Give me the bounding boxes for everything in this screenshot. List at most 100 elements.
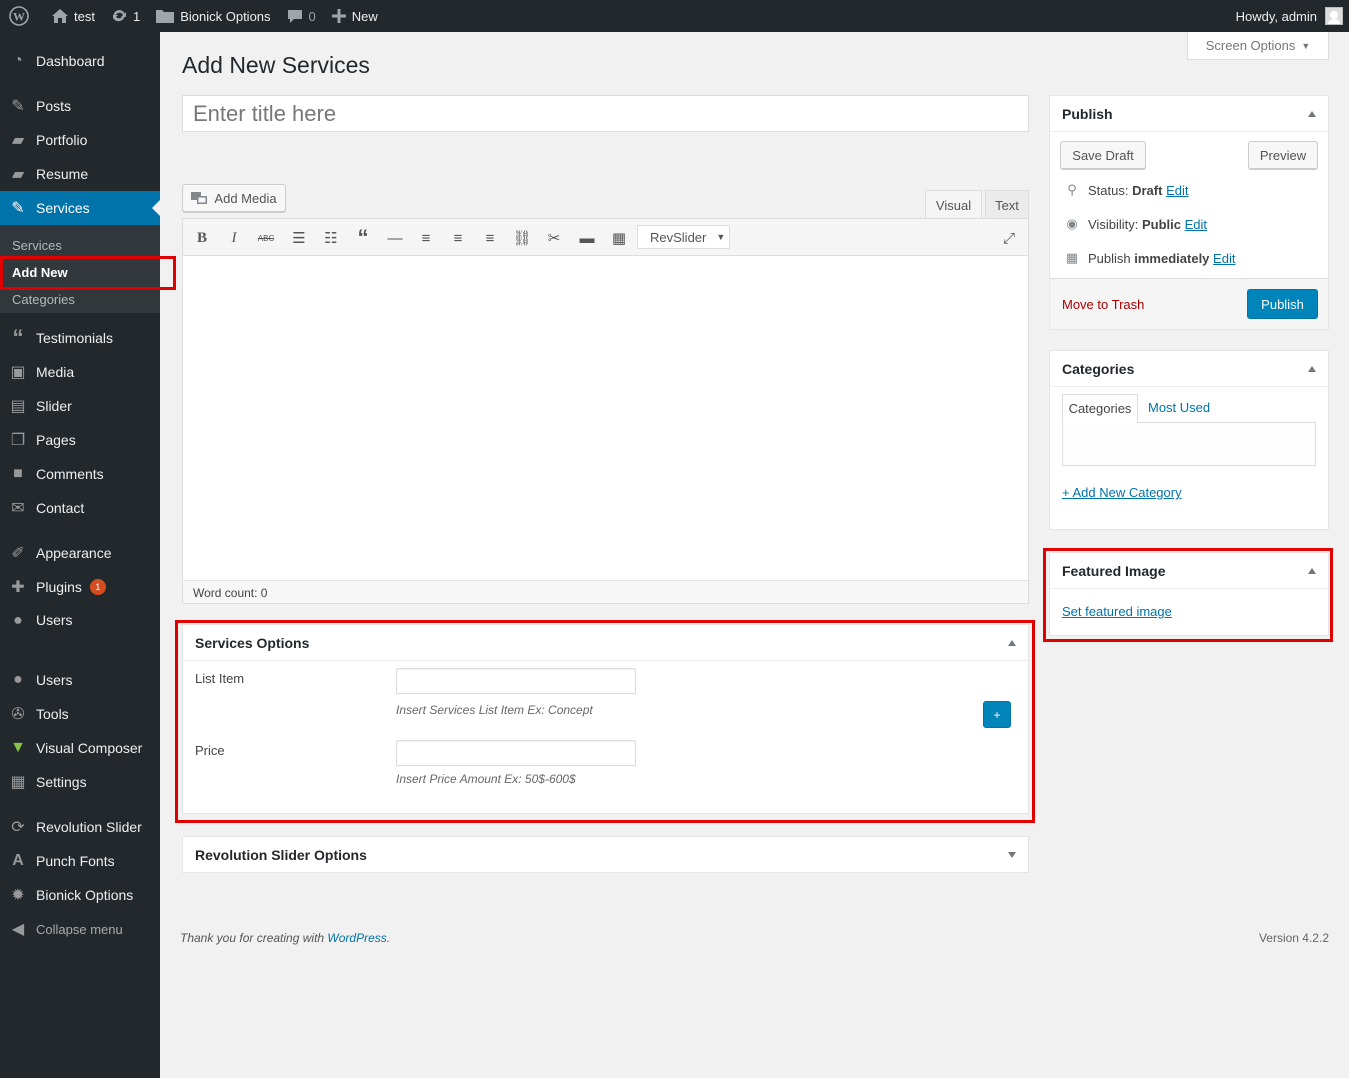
bold-icon[interactable]: B [191, 227, 213, 249]
publish-box: Publish Save Draft Preview ⚲ Status: Dra… [1049, 95, 1329, 330]
sidebar-item-appearance[interactable]: ✐ Appearance [0, 536, 160, 570]
numbered-list-icon[interactable]: ☷ [320, 227, 342, 249]
edit-status-link[interactable]: Edit [1166, 183, 1188, 198]
sidebar-item-plugins[interactable]: ✚ Plugins 1 [0, 570, 160, 604]
plus-icon [331, 9, 346, 23]
user-icon: ● [13, 612, 23, 629]
sidebar-item-comments[interactable]: ■ Comments [0, 457, 160, 491]
updates-link[interactable]: 1 [103, 0, 148, 32]
email-icon: ✉ [11, 500, 25, 517]
sidebar-item-punch-fonts[interactable]: A Punch Fonts [0, 844, 160, 878]
sidebar-item-settings[interactable]: ▦ Settings [0, 765, 160, 799]
add-media-button[interactable]: Add Media [182, 184, 286, 212]
tab-text[interactable]: Text [985, 190, 1029, 219]
editor-content-area[interactable] [183, 257, 1028, 579]
sidebar-item-testimonials[interactable]: “Testimonials [0, 321, 160, 355]
sidebar-item-services[interactable]: ✎ Services [0, 191, 160, 225]
sidebar-item-visual-composer[interactable]: ▼ Visual Composer [0, 731, 160, 765]
sidebar-item-users-2[interactable]: ● Users [0, 663, 160, 697]
sidebar-item-contact[interactable]: ✉ Contact [0, 491, 160, 525]
publish-date-row: ▦ Publish immediately Edit [1062, 250, 1236, 266]
revolution-slider-options-title[interactable]: Revolution Slider Options [183, 837, 1028, 873]
categories-title[interactable]: Categories [1050, 351, 1328, 387]
my-account[interactable]: Howdy, admin [1236, 7, 1349, 25]
new-label: New [351, 8, 378, 24]
sidebar-item-resume[interactable]: ▰ Resume [0, 157, 160, 191]
align-left-icon[interactable]: ≡ [415, 227, 437, 249]
align-right-icon[interactable]: ≡ [479, 227, 501, 249]
publish-title[interactable]: Publish [1050, 96, 1328, 132]
sidebar-item-slider[interactable]: ▤ Slider [0, 389, 160, 423]
publish-button[interactable]: Publish [1247, 289, 1318, 319]
sidebar-item-portfolio[interactable]: ▰ Portfolio [0, 123, 160, 157]
collapse-icon: ◀ [11, 921, 25, 938]
bionick-options-link[interactable]: Bionick Options [148, 0, 278, 32]
horizontal-line-icon[interactable]: — [384, 227, 406, 249]
sidebar-item-tools[interactable]: ✇ Tools [0, 697, 160, 731]
italic-icon[interactable]: I [223, 227, 245, 249]
add-new-category-link[interactable]: + Add New Category [1062, 485, 1182, 500]
pin-icon: ✎ [11, 98, 25, 115]
pin-icon: ⚲ [1067, 182, 1077, 197]
screen-options-button[interactable]: Screen Options ▼ [1187, 32, 1329, 60]
dashboard-icon: ◔ [13, 52, 23, 69]
revslider-dropdown[interactable]: RevSlider ▼ [637, 225, 730, 249]
content-editor: B I ABC ☰ ☷ “ — ≡ ≡ ≡ ⛓ ✂ ▬ ▦ RevSlider … [182, 218, 1029, 604]
svg-text:W: W [13, 10, 25, 24]
sidebar-item-pages[interactable]: ❐ Pages [0, 423, 160, 457]
link-icon[interactable]: ⛓ [511, 227, 533, 249]
fullscreen-icon[interactable]: ⤢ [998, 227, 1020, 249]
plugin-icon: ✚ [11, 579, 25, 596]
collapse-arrow-icon [1308, 111, 1316, 117]
move-to-trash-link[interactable]: Move to Trash [1062, 297, 1144, 312]
wordpress-logo-icon[interactable]: W [0, 0, 44, 32]
save-draft-button[interactable]: Save Draft [1060, 141, 1146, 169]
brush-icon: ✐ [11, 545, 25, 562]
bullet-list-icon[interactable]: ☰ [288, 227, 310, 249]
sidebar-item-dashboard[interactable]: ◔ Dashboard [0, 44, 160, 78]
visibility-row: ◉ Visibility: Public Edit [1062, 216, 1207, 232]
edit-visibility-link[interactable]: Edit [1185, 217, 1207, 232]
read-more-icon[interactable]: ▬ [576, 227, 598, 249]
submenu-item-services[interactable]: Services [12, 238, 62, 253]
toolbar-toggle-icon[interactable]: ▦ [608, 227, 630, 249]
tab-visual[interactable]: Visual [925, 190, 982, 219]
word-count: Word count: 0 [183, 580, 1028, 603]
collapse-arrow-icon [1308, 366, 1316, 372]
calendar-icon: ▦ [1065, 250, 1079, 265]
sidebar-item-bionick-options[interactable]: ✹ Bionick Options [0, 878, 160, 912]
site-name: test [74, 8, 95, 24]
folder-icon [156, 10, 175, 23]
unlink-icon[interactable]: ✂ [543, 227, 565, 249]
align-center-icon[interactable]: ≡ [447, 227, 469, 249]
tab-all-categories[interactable]: Categories [1062, 394, 1138, 423]
wordpress-link[interactable]: WordPress [327, 931, 386, 945]
expand-arrow-icon [1008, 852, 1016, 858]
strikethrough-icon[interactable]: ABC [255, 227, 277, 249]
submenu-item-categories[interactable]: Categories [12, 292, 75, 307]
sidebar-item-revolution-slider[interactable]: ⟳ Revolution Slider [0, 810, 160, 844]
categories-list[interactable] [1062, 422, 1316, 466]
title-input[interactable] [182, 95, 1029, 132]
new-content-link[interactable]: New [324, 0, 386, 32]
user-icon: ● [13, 671, 23, 688]
home-icon [52, 9, 68, 23]
tab-most-used[interactable]: Most Used [1148, 400, 1210, 415]
preview-button[interactable]: Preview [1248, 141, 1318, 169]
sidebar-item-posts[interactable]: ✎ Posts [0, 89, 160, 123]
howdy-text: Howdy, admin [1235, 8, 1317, 24]
publish-date-value: immediately [1134, 250, 1210, 266]
sidebar-item-users[interactable]: ● Users [0, 604, 160, 652]
footer-version: Version 4.2.2 [1258, 931, 1329, 945]
pin-icon: ✎ [11, 200, 25, 217]
sidebar-item-media[interactable]: ▣ Media [0, 355, 160, 389]
edit-date-link[interactable]: Edit [1213, 251, 1235, 266]
admin-sidebar: ◔ Dashboard ✎ Posts ▰ Portfolio ▰ Resume ✎ Se… [0, 32, 176, 1078]
visual-composer-icon: ▼ [10, 739, 26, 756]
comment-icon [287, 9, 302, 23]
collapse-menu-button[interactable]: ◀ Collapse menu [0, 912, 160, 946]
comments-link[interactable]: 0 [279, 0, 324, 32]
gear-icon: ✹ [11, 887, 25, 904]
blockquote-icon[interactable]: “ [352, 225, 374, 250]
site-name-link[interactable]: test [44, 0, 103, 32]
